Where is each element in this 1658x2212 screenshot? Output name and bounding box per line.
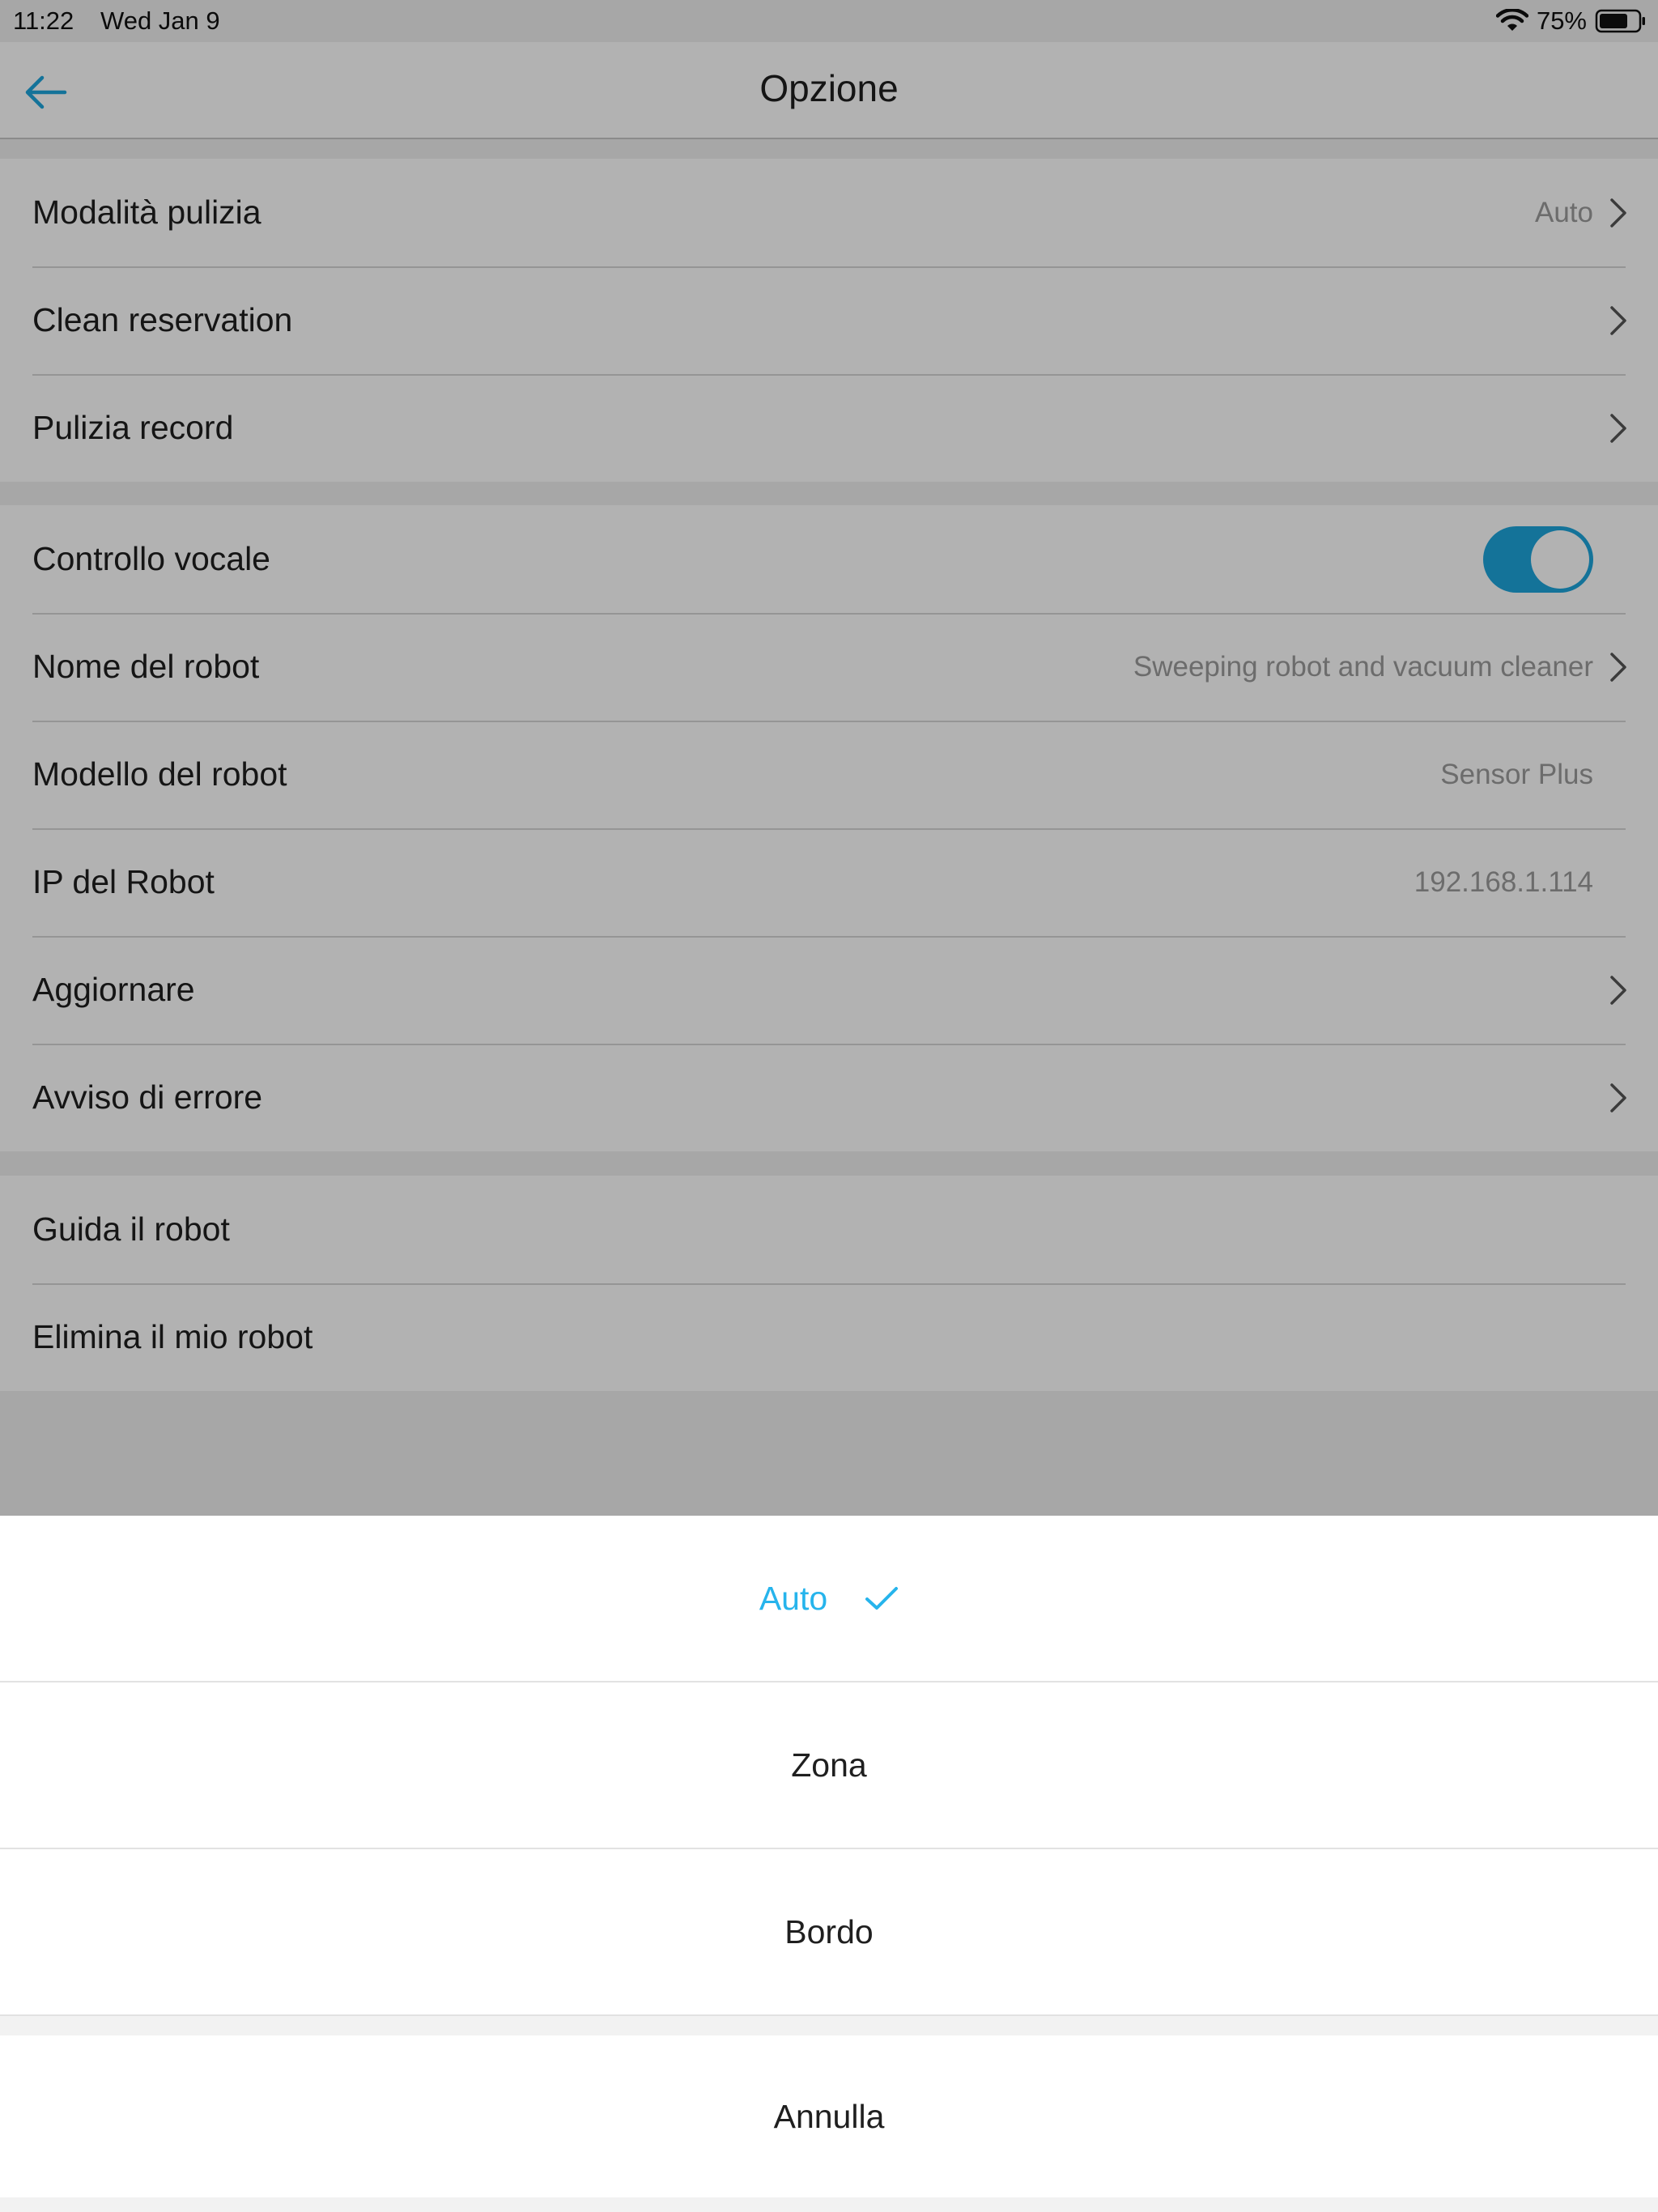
option-zona[interactable]: Zona — [0, 1682, 1658, 1849]
checkmark-icon — [865, 1587, 899, 1610]
cancel-label: Annulla — [773, 2097, 885, 2135]
cancel-button[interactable]: Annulla — [0, 2035, 1658, 2197]
option-auto[interactable]: Auto — [0, 1516, 1658, 1682]
option-label: Auto — [759, 1579, 828, 1617]
option-label: Bordo — [784, 1912, 874, 1950]
modal-overlay[interactable] — [0, 0, 1658, 1516]
settings-screen: 11:22 Wed Jan 9 75% Opzione Modalità pul… — [0, 0, 1658, 1516]
option-bordo[interactable]: Bordo — [0, 1849, 1658, 2016]
option-label: Zona — [791, 1746, 867, 1784]
cleaning-mode-action-sheet: Auto Zona Bordo Annulla — [0, 1516, 1658, 2212]
